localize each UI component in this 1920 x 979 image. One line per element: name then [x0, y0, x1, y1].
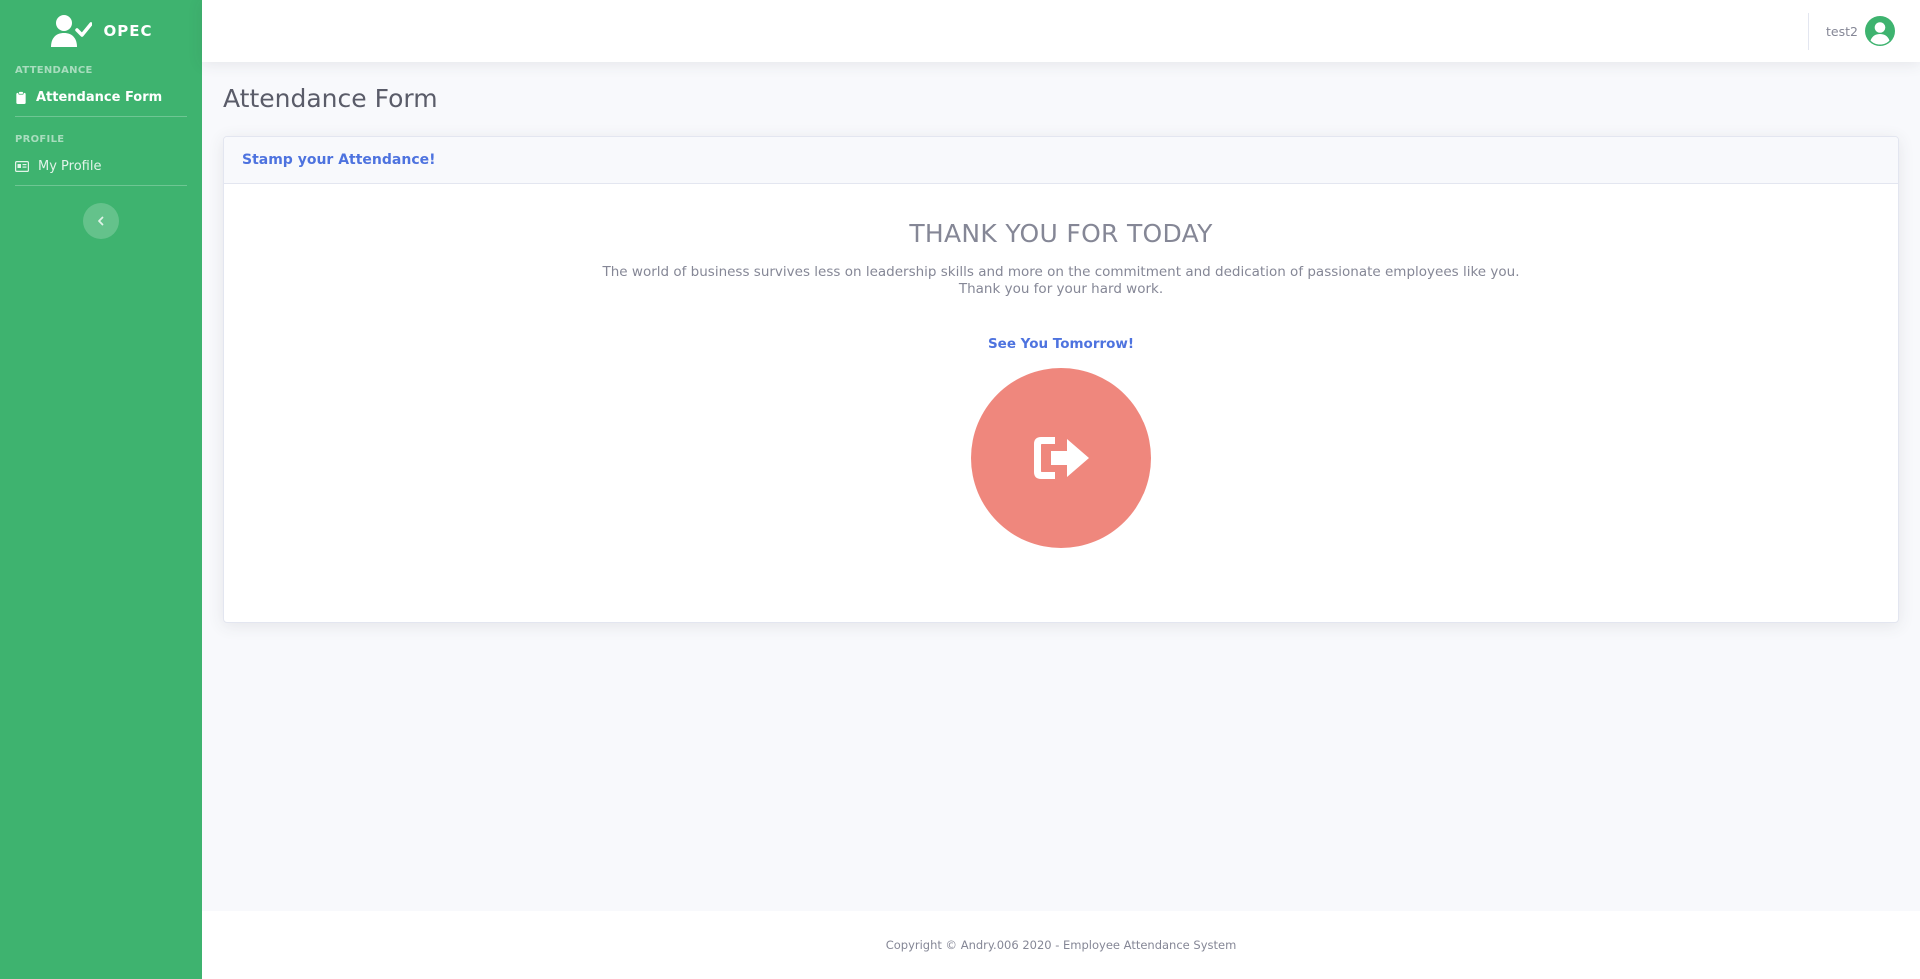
- footer-copyright: Copyright © Andry.006 2020 - Employee At…: [885, 938, 1237, 952]
- footer: Copyright © Andry.006 2020 - Employee At…: [202, 911, 1920, 979]
- sidebar-toggle-wrap: [0, 203, 202, 239]
- sidebar-heading-profile: Profile: [15, 134, 65, 145]
- user-name: test2: [1826, 23, 1858, 39]
- sidebar-brand[interactable]: OPEC: [0, 0, 202, 62]
- sidebar-item-attendance-form[interactable]: Attendance Form: [0, 78, 202, 116]
- user-check-icon: [50, 15, 92, 47]
- page-title: Attendance Form: [223, 84, 438, 113]
- main-content: Attendance Form Stamp your Attendance! T…: [202, 62, 1920, 911]
- thank-you-message-line1: The world of business survives less on l…: [602, 264, 1520, 280]
- card-header-title: Stamp your Attendance!: [242, 152, 436, 168]
- sidebar-heading-attendance: Attendance: [15, 65, 93, 76]
- sidebar: OPEC Attendance Attendance Form Profile …: [0, 0, 202, 979]
- topbar: test2: [202, 0, 1920, 62]
- sidebar-item-label: Attendance Form: [36, 89, 163, 105]
- attendance-card: Stamp your Attendance! THANK YOU FOR TOD…: [223, 136, 1899, 623]
- sidebar-item-label: My Profile: [38, 158, 102, 174]
- chevron-left-icon: [98, 216, 104, 226]
- thank-you-heading: THANK YOU FOR TODAY: [909, 219, 1213, 248]
- card-header: Stamp your Attendance!: [224, 137, 1898, 184]
- clipboard-icon: [16, 90, 26, 104]
- topbar-divider: [1808, 13, 1809, 50]
- thank-you-message-line2: Thank you for your hard work.: [958, 281, 1164, 297]
- sign-out-icon: [1034, 437, 1089, 479]
- sign-out-button[interactable]: [971, 368, 1151, 548]
- thank-you-message: The world of business survives less on l…: [224, 264, 1898, 298]
- user-circle-icon: [1865, 16, 1895, 46]
- sidebar-item-my-profile[interactable]: My Profile: [0, 147, 202, 185]
- sidebar-toggle-button[interactable]: [83, 203, 119, 239]
- sidebar-divider: [15, 116, 187, 117]
- user-dropdown[interactable]: test2: [1826, 0, 1895, 62]
- card-body: THANK YOU FOR TODAY The world of busines…: [224, 219, 1898, 548]
- id-card-icon: [15, 160, 29, 172]
- see-you-tomorrow-text: See You Tomorrow!: [987, 336, 1135, 352]
- brand-name: OPEC: [103, 22, 153, 40]
- sidebar-divider: [15, 185, 187, 186]
